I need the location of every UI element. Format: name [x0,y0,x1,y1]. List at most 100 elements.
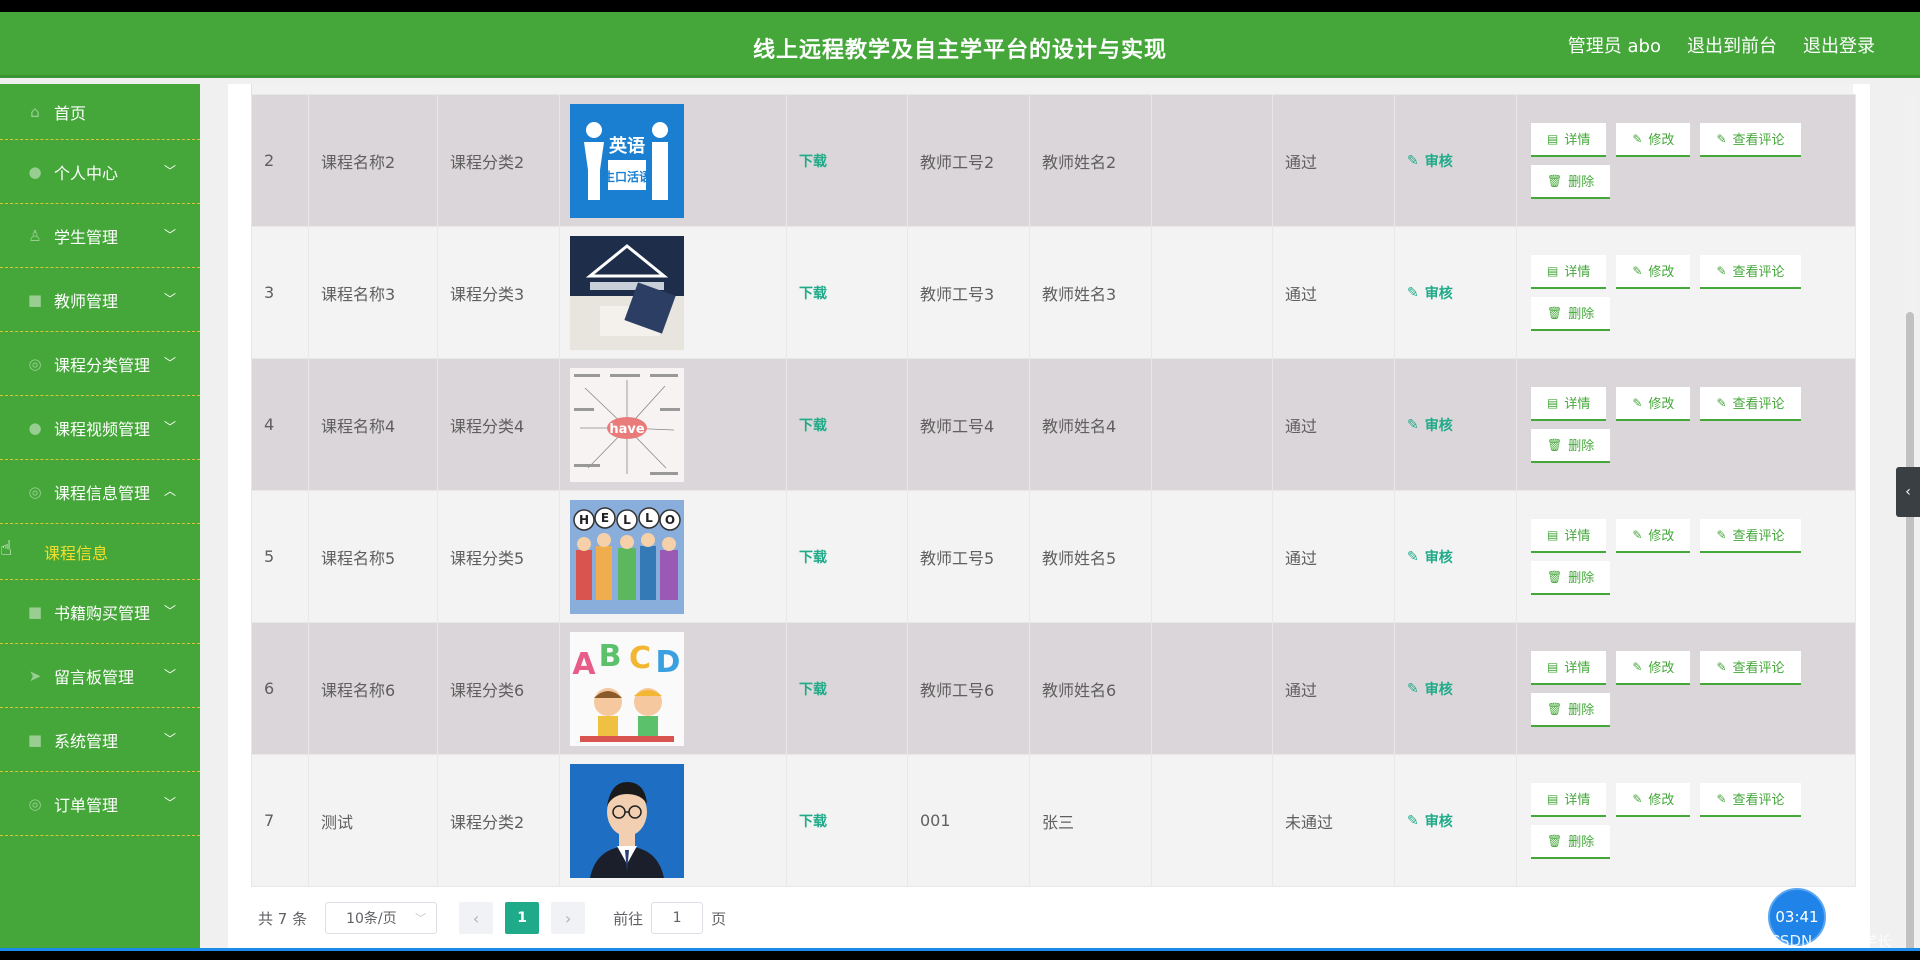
row-actions: ▤ 详情 ✎ 修改 ✎ 查看评论 🗑 删除 [1529,650,1829,727]
course-cover-image[interactable] [570,763,684,878]
cell-index: 7 [251,754,309,887]
sidebar-item-home[interactable]: ⌂ 首页 [0,84,200,140]
course-cover-image[interactable]: HELLO [570,499,684,614]
goto-page-input[interactable]: 1 [651,902,704,934]
delete-button[interactable]: 🗑 删除 [1531,824,1611,859]
edit-button[interactable]: ✎ 修改 [1616,254,1691,289]
delete-button[interactable]: 🗑 删除 [1531,164,1611,199]
view-comments-button[interactable]: ✎ 查看评论 [1700,650,1801,685]
view-comments-button[interactable]: ✎ 查看评论 [1700,386,1801,421]
detail-button[interactable]: ▤ 详情 [1531,122,1607,157]
sidebar-item-students[interactable]: ♙ 学生管理 ﹀ [0,204,200,268]
category-icon: ◎ [28,354,42,373]
chevron-down-icon: ﹀ [163,228,176,242]
audit-button[interactable]: ✎ 审核 [1407,415,1453,435]
audit-button[interactable]: ✎ 审核 [1407,151,1453,171]
cell-course-category: 课程分类2 [437,94,560,227]
download-link[interactable]: 下载 [799,418,827,434]
comments-label: 查看评论 [1732,397,1785,412]
view-comments-button[interactable]: ✎ 查看评论 [1700,122,1801,157]
audit-label: 审核 [1424,814,1453,830]
vertical-scrollbar[interactable] [1904,96,1916,948]
book-icon: ■ [27,602,43,621]
goto-suffix: 页 [711,909,727,928]
cell-video-download: 下载 [786,94,908,227]
course-table: 2 课程名称2 课程分类2 英语 生口活语 下载 教师工号2 教师姓名2 通过 ✎ 审核 ▤ 详情 ✎ 修改… [251,94,1856,887]
delete-button[interactable]: 🗑 删除 [1531,692,1611,727]
course-cover-image[interactable]: have [570,367,684,482]
prev-page-button[interactable]: ‹ [459,902,494,934]
sidebar-subitem-course-info[interactable]: 课程信息 [0,524,200,580]
edit-button[interactable]: ✎ 修改 [1616,518,1691,553]
view-comments-button[interactable]: ✎ 查看评论 [1700,782,1801,817]
sidebar-item-book-purchase[interactable]: ■ 书籍购买管理 ﹀ [0,580,200,644]
detail-button[interactable]: ▤ 详情 [1531,386,1607,421]
cell-course-name: 课程名称4 [308,358,438,491]
cell-video-download: 下载 [786,622,908,755]
sidebar-item-teachers[interactable]: ■ 教师管理 ﹀ [0,268,200,332]
next-page-button[interactable]: › [551,902,586,934]
download-link[interactable]: 下载 [799,154,827,170]
sidebar-item-orders[interactable]: ◎ 订单管理 ﹀ [0,772,200,836]
download-link[interactable]: 下载 [799,550,827,566]
info-icon: ◎ [28,482,42,501]
audit-button[interactable]: ✎ 审核 [1407,811,1453,831]
sidebar-item-system[interactable]: ■ 系统管理 ﹀ [0,708,200,772]
cell-teacher-no: 教师工号5 [907,490,1030,623]
course-cover-image[interactable] [570,235,684,350]
edit-button[interactable]: ✎ 修改 [1616,782,1691,817]
detail-button[interactable]: ▤ 详情 [1531,650,1607,685]
goto-prefix: 前往 [613,909,644,928]
audit-button[interactable]: ✎ 审核 [1407,283,1453,303]
audit-button[interactable]: ✎ 审核 [1407,679,1453,699]
side-collapse-tab[interactable]: ‹ [1896,467,1920,517]
view-comments-button[interactable]: ✎ 查看评论 [1700,518,1801,553]
cell-audit-status: 通过 [1272,94,1395,227]
sidebar-item-personal-center[interactable]: ● 个人中心 ﹀ [0,140,200,204]
delete-button[interactable]: 🗑 删除 [1531,296,1611,331]
cell-audit-action: ✎ 审核 [1394,622,1517,755]
delete-button[interactable]: 🗑 删除 [1531,428,1611,463]
cell-audit-action: ✎ 审核 [1394,490,1517,623]
download-link[interactable]: 下载 [799,286,827,302]
edit-button[interactable]: ✎ 修改 [1616,386,1691,421]
download-link[interactable]: 下载 [799,814,827,830]
delete-button[interactable]: 🗑 删除 [1531,560,1611,595]
detail-button[interactable]: ▤ 详情 [1531,254,1607,289]
page-size-select[interactable]: 10条/页 ﹀ [325,902,438,934]
download-link[interactable]: 下载 [799,682,827,698]
admin-user-link[interactable]: 管理员 abo [1568,32,1661,58]
document-icon: ▤ [1547,527,1559,542]
svg-text:D: D [656,645,681,680]
cell-teacher-name: 教师姓名4 [1029,358,1152,491]
row-actions: ▤ 详情 ✎ 修改 ✎ 查看评论 🗑 删除 [1529,386,1829,463]
cell-teacher-name: 张三 [1029,754,1152,887]
scrollbar-thumb[interactable] [1906,312,1914,948]
edit-button[interactable]: ✎ 修改 [1616,650,1691,685]
edit-icon: ✎ [1632,527,1643,542]
sidebar-item-course-info[interactable]: ◎ 课程信息管理 ︿ [0,460,200,524]
sidebar-item-course-video[interactable]: ● 课程视频管理 ﹀ [0,396,200,460]
sidebar-item-label: 课程信息管理 [54,483,151,503]
page-number-button[interactable]: 1 [505,902,540,934]
exit-to-front-link[interactable]: 退出到前台 [1687,32,1777,58]
view-comments-button[interactable]: ✎ 查看评论 [1700,254,1801,289]
audit-button[interactable]: ✎ 审核 [1407,547,1453,567]
cell-course-category: 课程分类2 [437,754,560,887]
detail-button[interactable]: ▤ 详情 [1531,518,1607,553]
edit-icon: ✎ [1716,263,1727,278]
logout-link[interactable]: 退出登录 [1803,32,1875,58]
course-cover-image[interactable]: ABCD [570,631,684,746]
cell-empty [1151,622,1273,755]
audit-label: 审核 [1424,550,1453,566]
edit-icon: ✎ [1716,659,1727,674]
trash-icon: 🗑 [1547,305,1563,320]
sidebar-item-message-board[interactable]: ➤ 留言板管理 ﹀ [0,644,200,708]
sidebar: ⌂ 首页 ● 个人中心 ﹀ ♙ 学生管理 ﹀ ■ 教师管理 ﹀ ◎ 课程分类管理… [0,84,200,948]
course-cover-image[interactable]: 英语 生口活语 [570,103,684,218]
svg-text:B: B [599,639,622,674]
detail-button[interactable]: ▤ 详情 [1531,782,1607,817]
edit-button[interactable]: ✎ 修改 [1616,122,1691,157]
course-table-body: 2 课程名称2 课程分类2 英语 生口活语 下载 教师工号2 教师姓名2 通过 ✎ 审核 ▤ 详情 ✎ 修改… [251,94,1856,887]
sidebar-item-course-category[interactable]: ◎ 课程分类管理 ﹀ [0,332,200,396]
